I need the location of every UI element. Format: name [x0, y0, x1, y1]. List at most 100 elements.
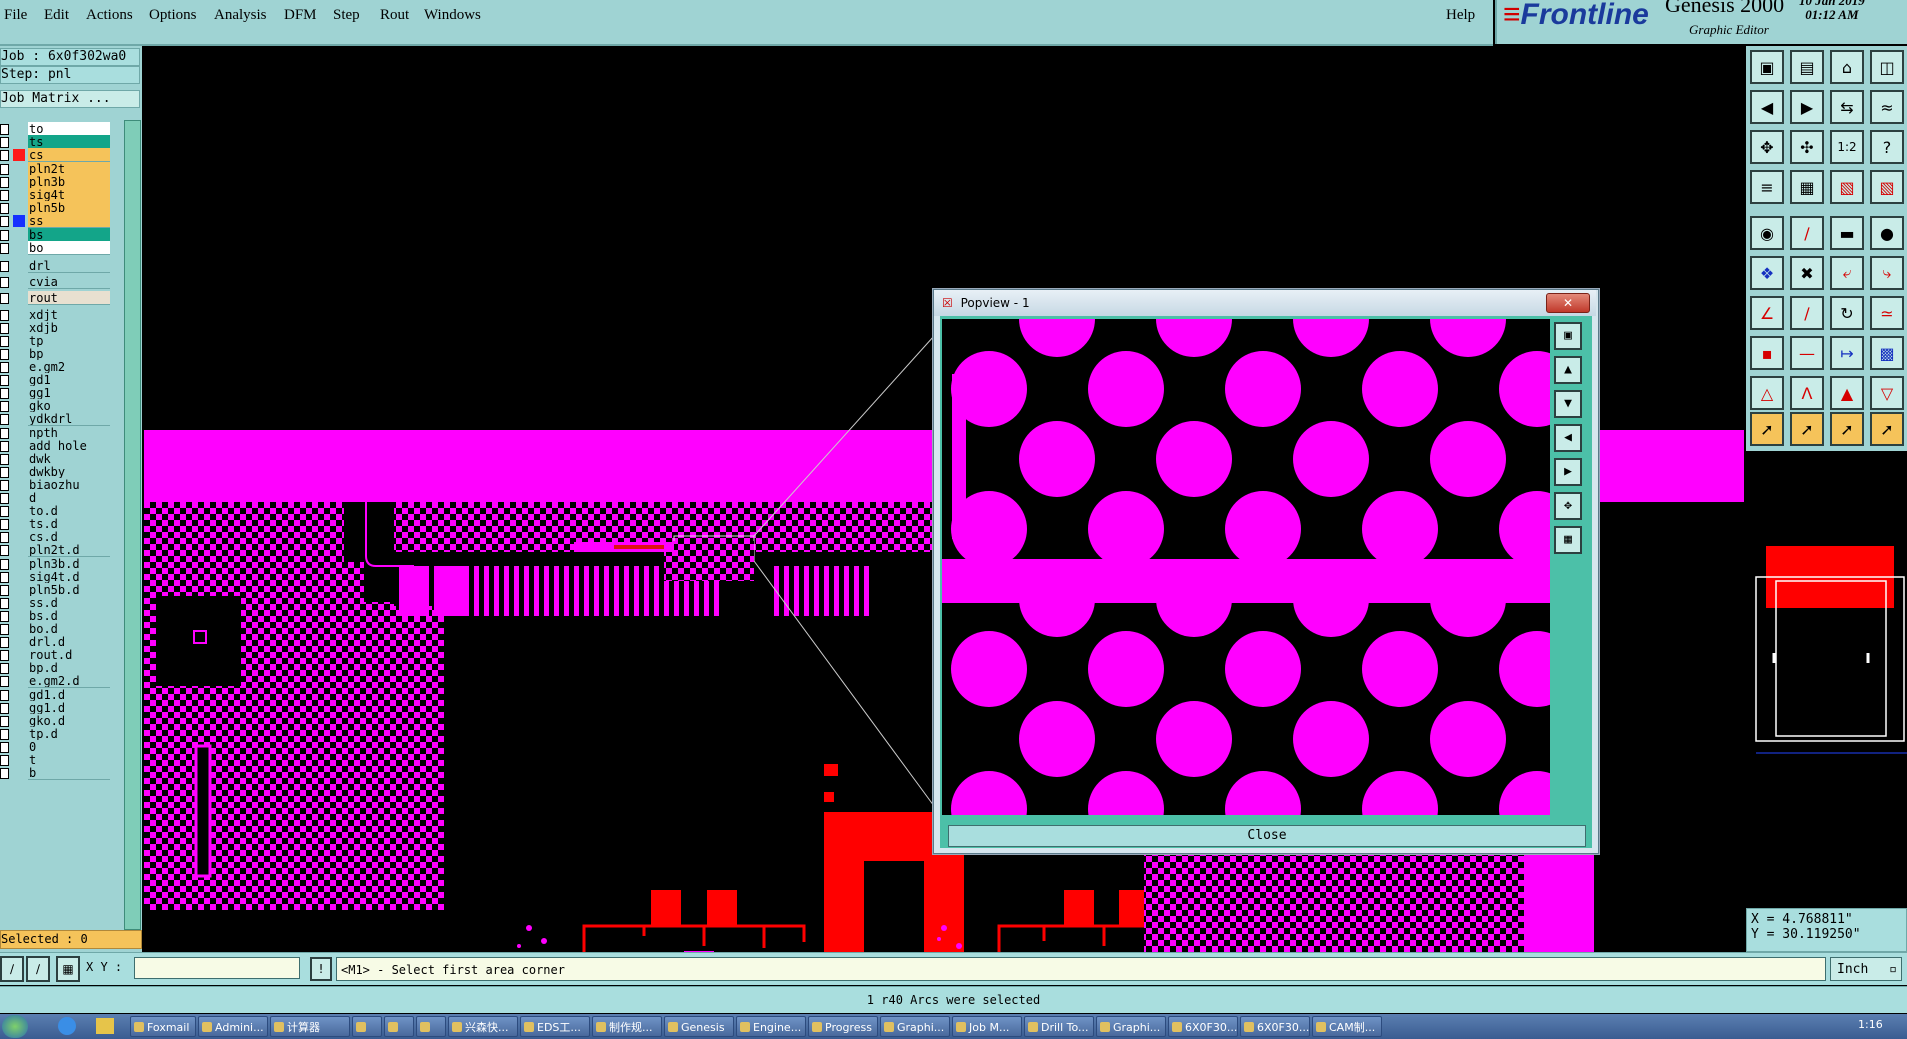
- triangle-2-icon[interactable]: Λ: [1790, 376, 1824, 410]
- triangle-icon[interactable]: △: [1750, 376, 1784, 410]
- mirror-icon[interactable]: ⇆: [1830, 90, 1864, 124]
- layer-row[interactable]: cvia: [0, 275, 112, 290]
- layer-row[interactable]: pln3b.d: [0, 556, 112, 571]
- overview-map[interactable]: [1746, 453, 1907, 908]
- home-icon[interactable]: ⌂: [1830, 50, 1864, 84]
- layer-checkbox[interactable]: [0, 348, 9, 360]
- layer-row[interactable]: xdjt: [0, 307, 112, 322]
- taskbar-button[interactable]: Graphi...: [880, 1016, 950, 1037]
- layer-checkbox[interactable]: [0, 663, 9, 675]
- taskbar-button[interactable]: 6X0F30...: [1240, 1016, 1310, 1037]
- minus-icon[interactable]: —: [1790, 336, 1824, 370]
- taskbar-button[interactable]: Job M...: [952, 1016, 1022, 1037]
- layer-row[interactable]: dwkby: [0, 464, 112, 479]
- taskbar-button[interactable]: Genesis: [664, 1016, 734, 1037]
- explorer-icon[interactable]: [96, 1018, 114, 1034]
- layer-row[interactable]: cs: [0, 148, 112, 163]
- measure-icon[interactable]: ∕: [0, 956, 24, 982]
- menu-dfm[interactable]: DFM: [284, 7, 317, 24]
- layer-row[interactable]: tp: [0, 333, 112, 348]
- layer-row[interactable]: pln2t.d: [0, 543, 112, 558]
- group-icon[interactable]: ▩: [1870, 336, 1904, 370]
- arc-icon[interactable]: ↻: [1830, 296, 1864, 330]
- taskbar-button[interactable]: [384, 1016, 414, 1037]
- layer-checkbox[interactable]: [0, 597, 9, 609]
- layer-row[interactable]: npth: [0, 425, 112, 440]
- menu-step[interactable]: Step: [333, 7, 360, 24]
- menu-options[interactable]: Options: [149, 7, 197, 24]
- layer-checkbox[interactable]: [0, 335, 9, 347]
- info-icon[interactable]: !: [310, 957, 332, 981]
- layer-row[interactable]: gg1.d: [0, 700, 112, 715]
- layer-row[interactable]: gg1: [0, 386, 112, 401]
- layer-checkbox[interactable]: [0, 493, 9, 504]
- layer-row[interactable]: t: [0, 753, 112, 767]
- fit-icon[interactable]: ✥: [1750, 130, 1784, 164]
- layer-checkbox[interactable]: [0, 293, 9, 305]
- layer-row[interactable]: d: [0, 491, 112, 505]
- pop-zoom-fit-icon[interactable]: ▣: [1554, 322, 1582, 350]
- pop-zoom-in-icon[interactable]: ✥: [1554, 492, 1582, 520]
- layer-checkbox[interactable]: [0, 401, 9, 413]
- layer-checkbox[interactable]: [0, 216, 9, 228]
- taskbar-button[interactable]: 6X0F30...: [1168, 1016, 1238, 1037]
- layer-checkbox[interactable]: [0, 261, 9, 272]
- layer-row[interactable]: pln5b: [0, 201, 112, 216]
- layer-checkbox[interactable]: [0, 440, 9, 452]
- layer-row[interactable]: to: [0, 122, 112, 136]
- layer-row[interactable]: bo.d: [0, 622, 112, 636]
- layer-checkbox[interactable]: [0, 728, 9, 740]
- layer-row[interactable]: biaozhu: [0, 477, 112, 492]
- units-select[interactable]: Inch ▫: [1830, 957, 1902, 981]
- taskbar-button[interactable]: Admini...: [198, 1016, 268, 1037]
- popview-titlebar[interactable]: ☒ Popview - 1 ✕: [934, 290, 1596, 316]
- popview-close-x-button[interactable]: ✕: [1546, 293, 1590, 313]
- help-icon[interactable]: ?: [1870, 130, 1904, 164]
- layer-row[interactable]: bs: [0, 227, 112, 242]
- layer-checkbox[interactable]: [0, 755, 9, 766]
- layer-checkbox[interactable]: [0, 584, 9, 596]
- popview-canvas[interactable]: [942, 319, 1550, 815]
- layer-checkbox[interactable]: [0, 150, 9, 162]
- layer-row[interactable]: rout: [0, 291, 112, 306]
- split-icon[interactable]: ▪: [1750, 336, 1784, 370]
- layer-row[interactable]: gd1: [0, 373, 112, 388]
- layer-row[interactable]: b: [0, 766, 112, 781]
- zoom-home-icon[interactable]: ▣: [1750, 50, 1784, 84]
- taskbar-button[interactable]: CAM制...: [1312, 1016, 1382, 1037]
- taskbar-button[interactable]: EDS工...: [520, 1016, 590, 1037]
- layer-checkbox[interactable]: [0, 479, 9, 491]
- popview-window[interactable]: ☒ Popview - 1 ✕ ▣ ▲ ▼ ◀ ▶ ✥ ▦ Close: [933, 289, 1599, 854]
- dimension-icon[interactable]: ↦: [1830, 336, 1864, 370]
- layer-row[interactable]: add_hole: [0, 438, 112, 453]
- angle-icon[interactable]: ∠: [1750, 296, 1784, 330]
- pan-left-icon[interactable]: ◀: [1750, 90, 1784, 124]
- layer-row[interactable]: drl.d: [0, 635, 112, 650]
- layer-scrollbar[interactable]: [124, 120, 141, 930]
- pop-pan-up-icon[interactable]: ▲: [1554, 356, 1582, 384]
- dot-icon[interactable]: ●: [1870, 216, 1904, 250]
- layer-row[interactable]: bp: [0, 346, 112, 361]
- layer-row[interactable]: to.d: [0, 504, 112, 519]
- select-arrow-3-icon[interactable]: ➚: [1830, 412, 1864, 446]
- center-icon[interactable]: ✣: [1790, 130, 1824, 164]
- layer-row[interactable]: ss: [0, 214, 112, 229]
- layer-row[interactable]: dwk: [0, 451, 112, 466]
- menu-file[interactable]: File: [4, 7, 27, 24]
- layer-checkbox[interactable]: [0, 506, 9, 518]
- pan-right-icon[interactable]: ▶: [1790, 90, 1824, 124]
- menu-analysis[interactable]: Analysis: [214, 7, 267, 24]
- layer-checkbox[interactable]: [0, 610, 9, 622]
- layer-row[interactable]: bs.d: [0, 608, 112, 623]
- layer-row[interactable]: cs.d: [0, 530, 112, 545]
- zoom-window-icon[interactable]: ▤: [1790, 50, 1824, 84]
- layer-checkbox[interactable]: [0, 741, 9, 753]
- layer-checkbox[interactable]: [0, 427, 9, 439]
- triangle-3-icon[interactable]: ▲: [1830, 376, 1864, 410]
- snap-tool-icon[interactable]: ∕: [26, 956, 50, 982]
- layer-checkbox[interactable]: [0, 203, 9, 215]
- layer-row[interactable]: tp.d: [0, 726, 112, 741]
- taskbar-button[interactable]: Drill To...: [1024, 1016, 1094, 1037]
- layer-row[interactable]: e.gm2: [0, 360, 112, 374]
- move-icon[interactable]: ❖: [1750, 256, 1784, 290]
